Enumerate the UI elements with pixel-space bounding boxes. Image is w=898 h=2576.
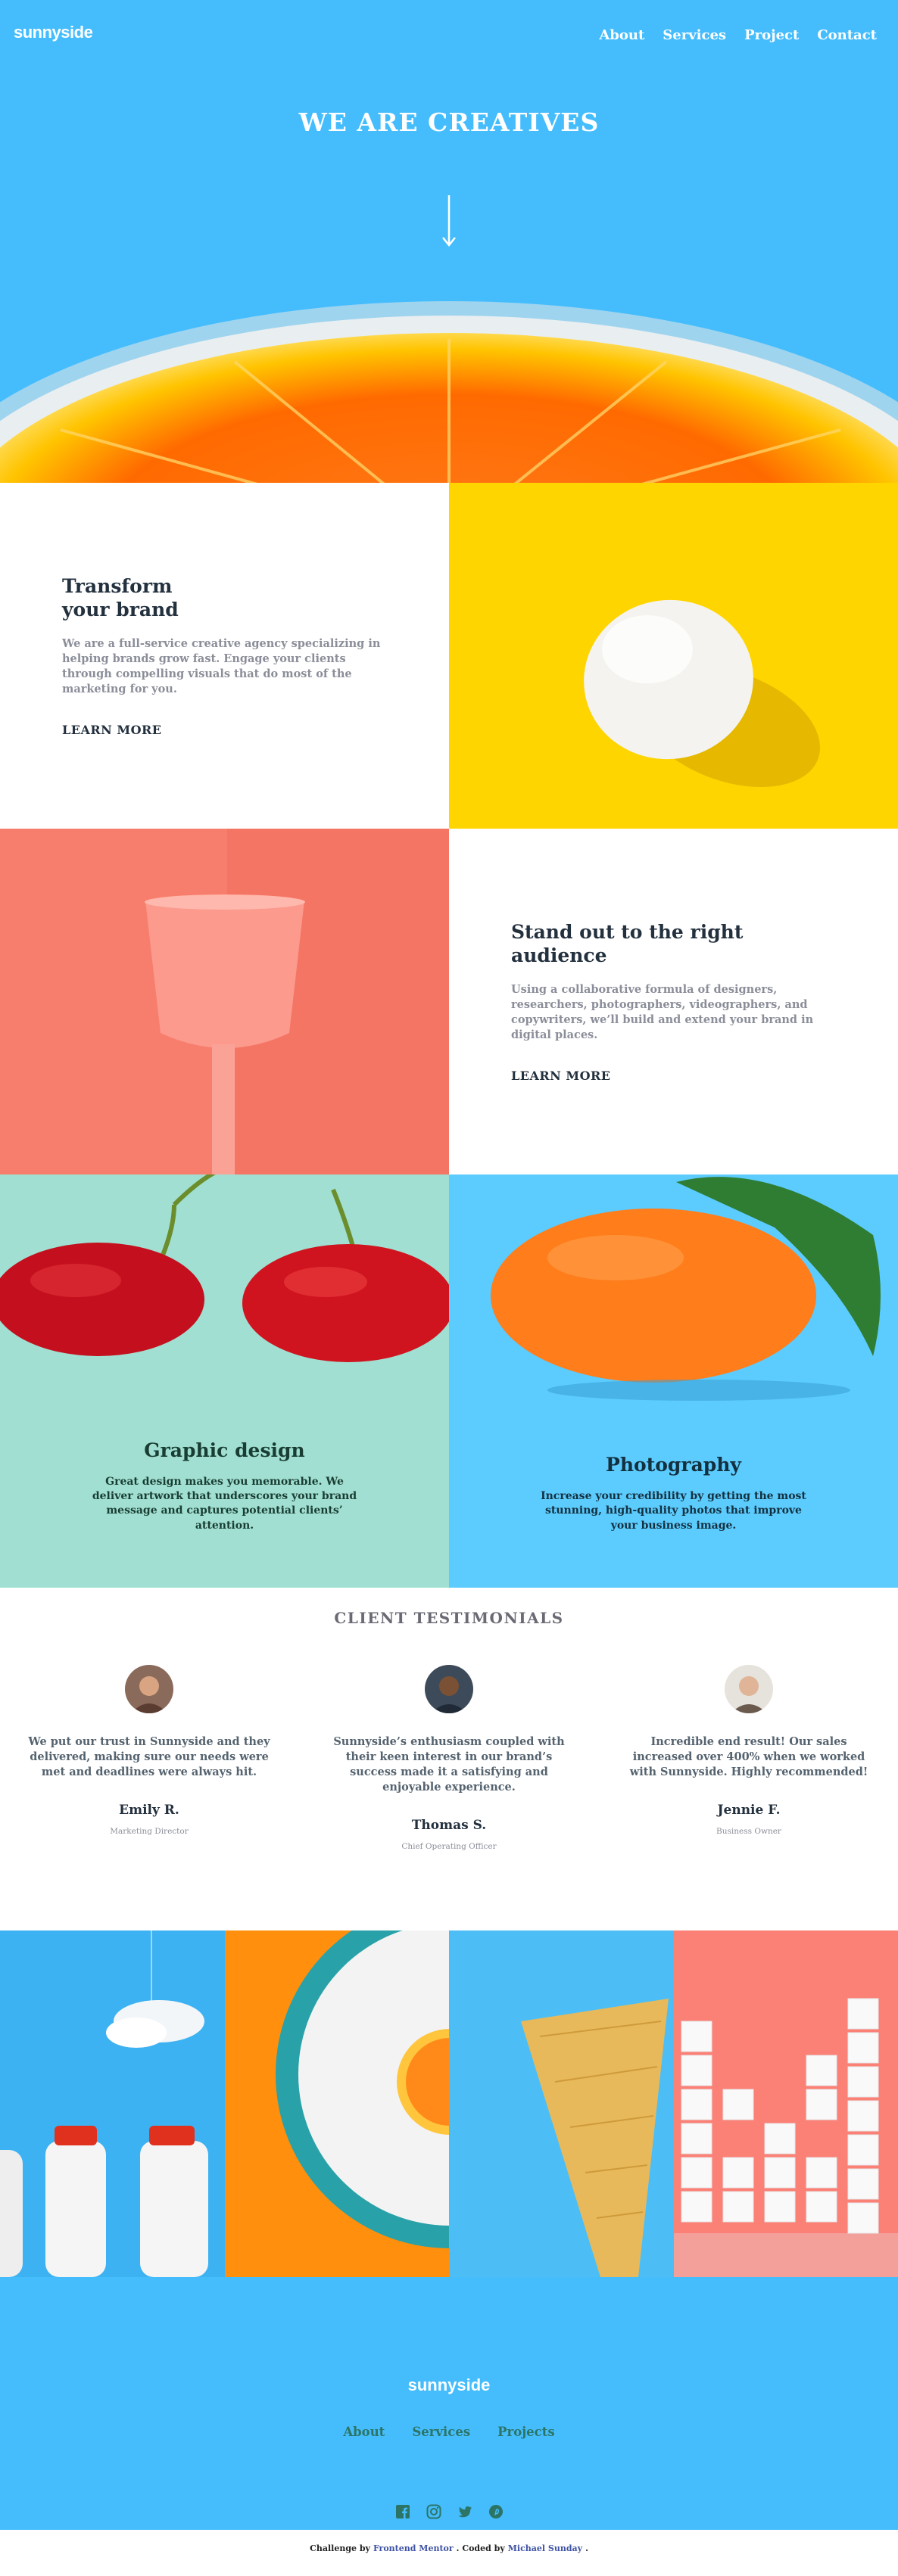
testimonials-section: CLIENT TESTIMONIALS We put our trust in … xyxy=(0,1588,898,1930)
service-text: Photography Increase your credibility by… xyxy=(449,1454,898,1533)
cherries-illustration xyxy=(0,1174,449,1362)
orange-illustration xyxy=(491,1177,881,1401)
attribution: Challenge by Frontend Mentor . Coded by … xyxy=(0,2530,898,2566)
glass-image xyxy=(0,829,449,1174)
testimonial-role: Business Owner xyxy=(716,1827,781,1836)
nav-services[interactable]: Services xyxy=(663,27,726,43)
hero-orange-image xyxy=(0,301,898,483)
footer-nav-services[interactable]: Services xyxy=(412,2425,470,2439)
attribution-prefix: Challenge by xyxy=(310,2543,370,2553)
testimonial-name: Emily R. xyxy=(119,1803,179,1818)
learn-more-link[interactable]: LEARN MORE xyxy=(62,723,387,737)
gallery-ice-cream-cone xyxy=(449,1930,674,2277)
main-nav: About Services Project Contact xyxy=(599,27,877,43)
attribution-mid: . Coded by xyxy=(456,2543,505,2553)
testimonial-card: Sunnyside’s enthusiasm coupled with thei… xyxy=(321,1665,577,1851)
service-title: Graphic design xyxy=(144,1439,305,1461)
service-title: Photography xyxy=(606,1454,741,1476)
testimonial-quote: Incredible end result! Our sales increas… xyxy=(629,1735,868,1778)
feature-transform: Transform your brand We are a full-servi… xyxy=(0,483,449,829)
feature-row-2: Stand out to the right audience Using a … xyxy=(0,829,898,1174)
frontend-mentor-link[interactable]: Frontend Mentor xyxy=(373,2543,454,2553)
avatar xyxy=(425,1665,473,1713)
feature-title: Stand out to the right audience xyxy=(511,920,744,966)
feature-body: We are a full-service creative agency sp… xyxy=(62,637,381,696)
nav-project[interactable]: Project xyxy=(744,27,799,43)
service-graphic-design: Graphic design Great design makes you me… xyxy=(0,1174,449,1588)
service-photography: Photography Increase your credibility by… xyxy=(449,1174,898,1588)
gallery xyxy=(0,1930,898,2277)
service-text: Graphic design Great design makes you me… xyxy=(0,1439,449,1533)
testimonial-card: We put our trust in Sunnyside and they d… xyxy=(21,1665,277,1851)
gallery-milk-bottles xyxy=(0,1930,225,2277)
logo[interactable]: sunnyside xyxy=(14,23,93,42)
testimonial-role: Marketing Director xyxy=(110,1827,189,1836)
facebook-icon[interactable] xyxy=(395,2504,410,2519)
arrow-down-icon[interactable] xyxy=(441,195,457,247)
twitter-icon[interactable] xyxy=(457,2504,472,2519)
footer-nav-about[interactable]: About xyxy=(343,2425,385,2439)
testimonial-quote: We put our trust in Sunnyside and they d… xyxy=(28,1735,270,1778)
pinterest-icon[interactable] xyxy=(488,2504,504,2519)
testimonial-name: Thomas S. xyxy=(411,1818,487,1833)
avatar xyxy=(725,1665,773,1713)
feature-body: Using a collaborative formula of designe… xyxy=(511,983,814,1042)
service-body: Increase your credibility by getting the… xyxy=(541,1490,806,1532)
learn-more-link[interactable]: LEARN MORE xyxy=(511,1069,836,1083)
footer-nav: About Services Projects xyxy=(0,2425,898,2439)
instagram-icon[interactable] xyxy=(426,2504,441,2519)
testimonial-name: Jennie F. xyxy=(717,1803,781,1818)
gallery-sugar-cubes xyxy=(673,1930,898,2277)
author-link[interactable]: Michael Sunday xyxy=(508,2543,582,2553)
avatar xyxy=(125,1665,173,1713)
services-row: Graphic design Great design makes you me… xyxy=(0,1174,898,1588)
testimonial-card: Incredible end result! Our sales increas… xyxy=(621,1665,877,1851)
feature-stand-out: Stand out to the right audience Using a … xyxy=(449,829,898,1174)
gallery-orange-plate xyxy=(224,1930,449,2277)
service-body: Great design makes you memorable. We del… xyxy=(92,1475,357,1532)
attribution-suffix: . xyxy=(585,2543,588,2553)
feature-row-1: Transform your brand We are a full-servi… xyxy=(0,483,898,829)
footer-logo[interactable]: sunnyside xyxy=(0,2375,898,2395)
hero-section: sunnyside About Services Project Contact… xyxy=(0,0,898,483)
footer-nav-projects[interactable]: Projects xyxy=(497,2425,555,2439)
social-links xyxy=(0,2504,898,2519)
glass-illustration xyxy=(145,829,449,1174)
egg-image xyxy=(449,483,898,829)
nav-about[interactable]: About xyxy=(599,27,644,43)
footer: sunnyside About Services Projects xyxy=(0,2277,898,2530)
testimonials-heading: CLIENT TESTIMONIALS xyxy=(334,1609,564,1627)
feature-title: Transform your brand xyxy=(62,574,179,621)
egg-illustration xyxy=(584,599,821,788)
testimonial-quote: Sunnyside’s enthusiasm coupled with thei… xyxy=(333,1735,565,1794)
testimonial-role: Chief Operating Officer xyxy=(401,1842,497,1851)
nav-contact[interactable]: Contact xyxy=(817,27,877,43)
hero-title: WE ARE CREATIVES xyxy=(298,107,600,137)
